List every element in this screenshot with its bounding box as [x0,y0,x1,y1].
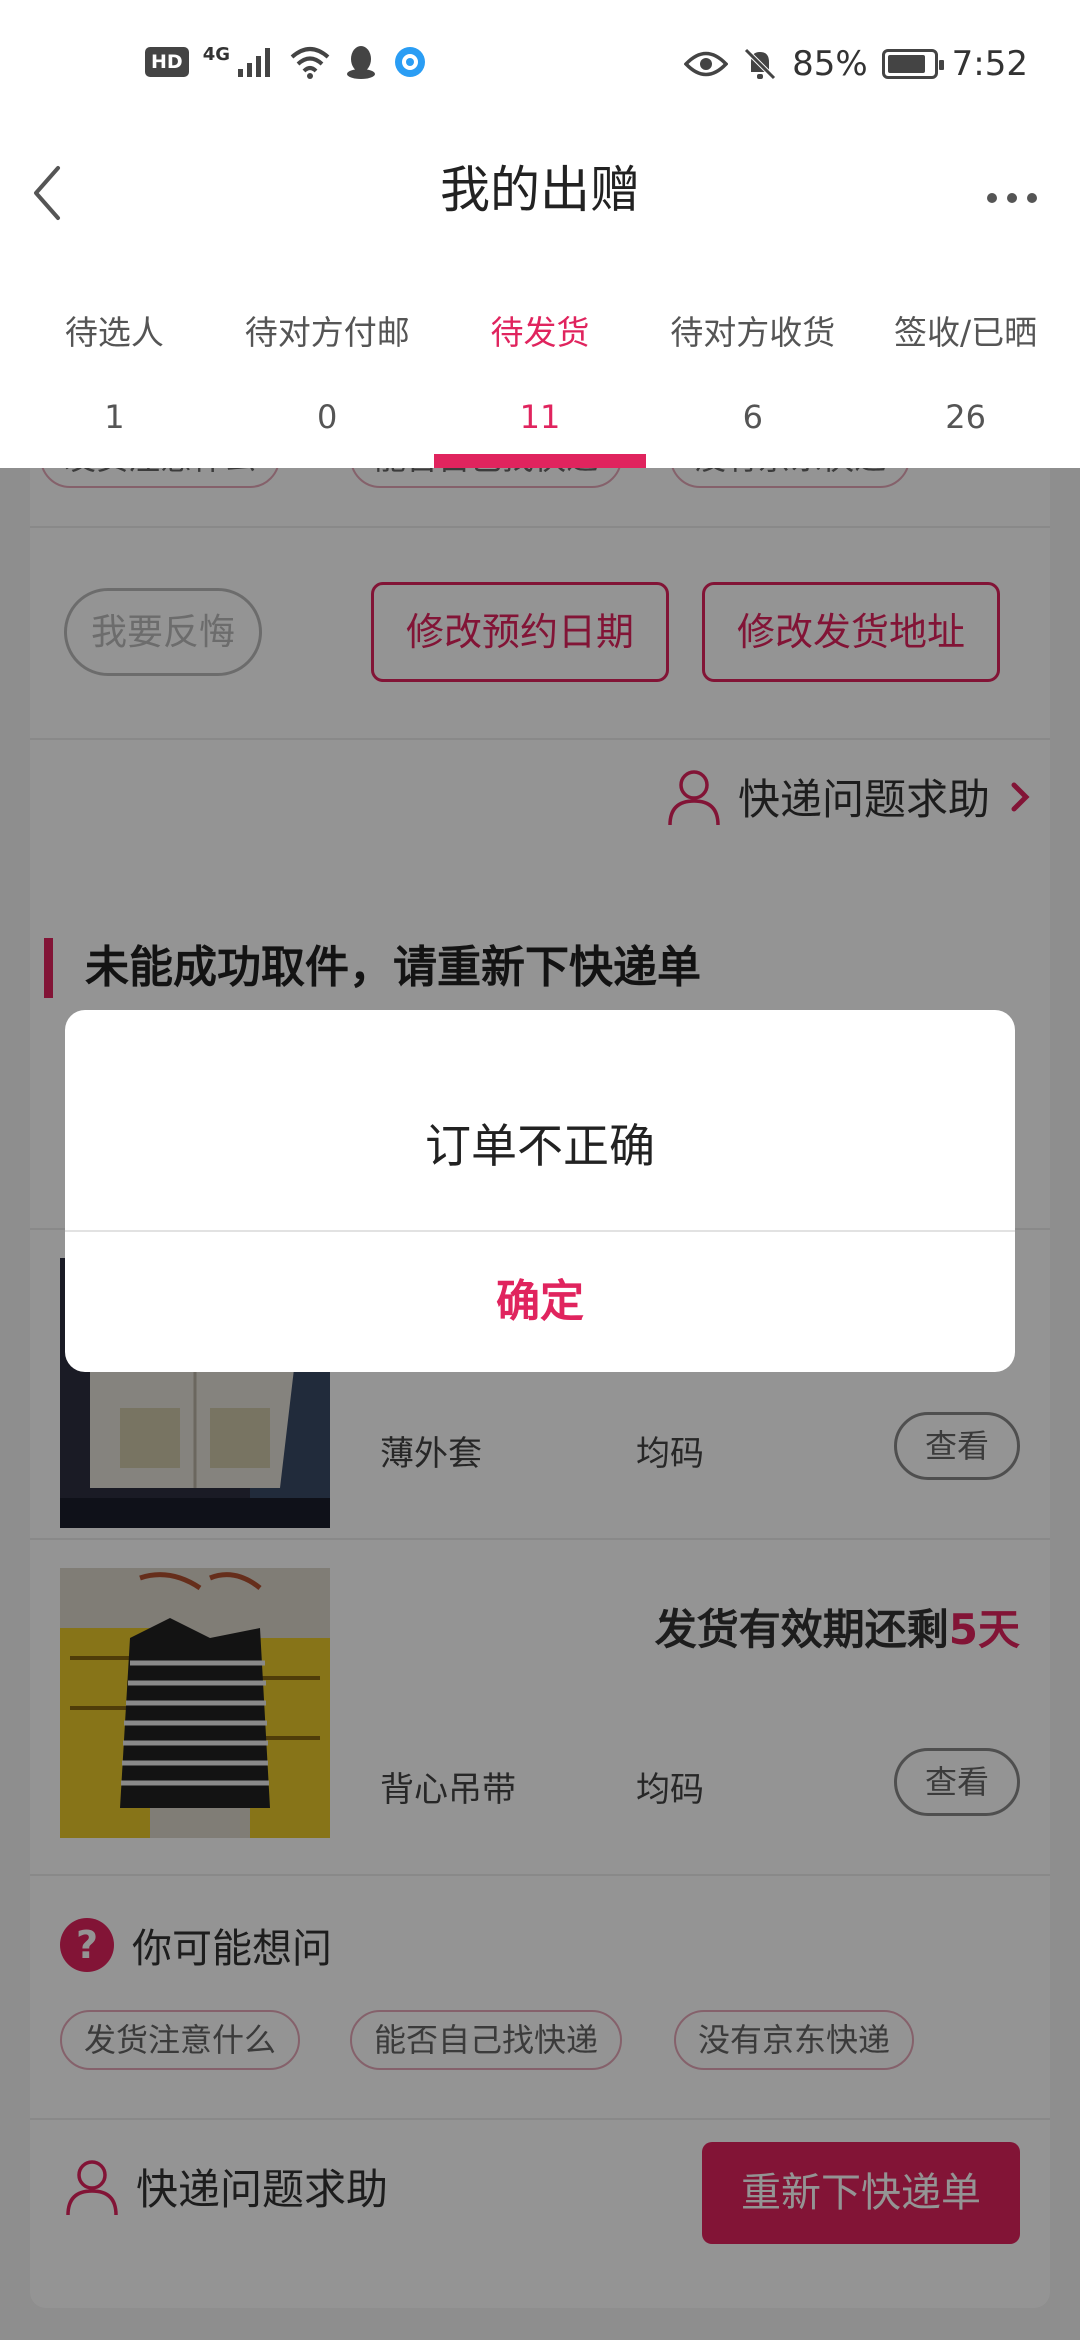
tab-count: 26 [945,398,986,436]
clock: 7:52 [951,44,1028,84]
more-button[interactable] [962,148,1062,238]
tab-count: 6 [742,398,763,436]
tab-label: 待发货 [490,313,590,352]
status-bar: HD 4G 85% 7:52 [0,0,1080,130]
more-dots-icon [987,193,1037,203]
browser-icon [395,47,425,77]
nav-bar: 我的出赠 [0,130,1080,260]
mute-bell-icon [744,48,776,80]
tab-label: 签收/已晒 [894,313,1038,352]
tab-pending-receipt[interactable]: 待对方收货 6 [646,260,859,468]
status-tabs: 待选人 1 待对方付邮 0 待发货 11 待对方收货 6 签收/已晒 26 [0,260,1080,468]
battery-percent: 85% [792,44,868,84]
page-title: 我的出赠 [440,161,640,219]
network-type: 4G [202,44,230,65]
eye-icon [684,51,729,77]
battery-fill [887,55,925,73]
signal-icon [238,48,270,77]
hd-icon: HD [145,47,189,77]
confirm-button[interactable]: 确定 [65,1232,1015,1372]
alert-dialog: 订单不正确 确定 [65,1010,1015,1372]
tab-label: 待对方收货 [670,313,836,352]
wifi-icon [290,47,330,79]
tab-received[interactable]: 签收/已晒 26 [859,260,1072,468]
tab-count: 0 [317,398,338,436]
tab-count: 11 [519,398,561,436]
qq-icon [347,46,375,79]
modal-overlay[interactable] [0,468,1080,2340]
tab-count: 1 [104,398,125,436]
battery-icon [881,49,944,79]
tab-pending-postage[interactable]: 待对方付邮 0 [221,260,434,468]
tab-pending-select[interactable]: 待选人 1 [8,260,221,468]
tab-label: 待对方付邮 [244,313,410,352]
tab-label: 待选人 [64,313,164,352]
active-tab-indicator [433,454,647,468]
tab-pending-shipment[interactable]: 待发货 11 [433,260,647,468]
status-left: HD 4G [145,44,428,80]
dialog-message: 订单不正确 [425,1119,655,1173]
status-right: 85% 7:52 [684,44,1028,84]
